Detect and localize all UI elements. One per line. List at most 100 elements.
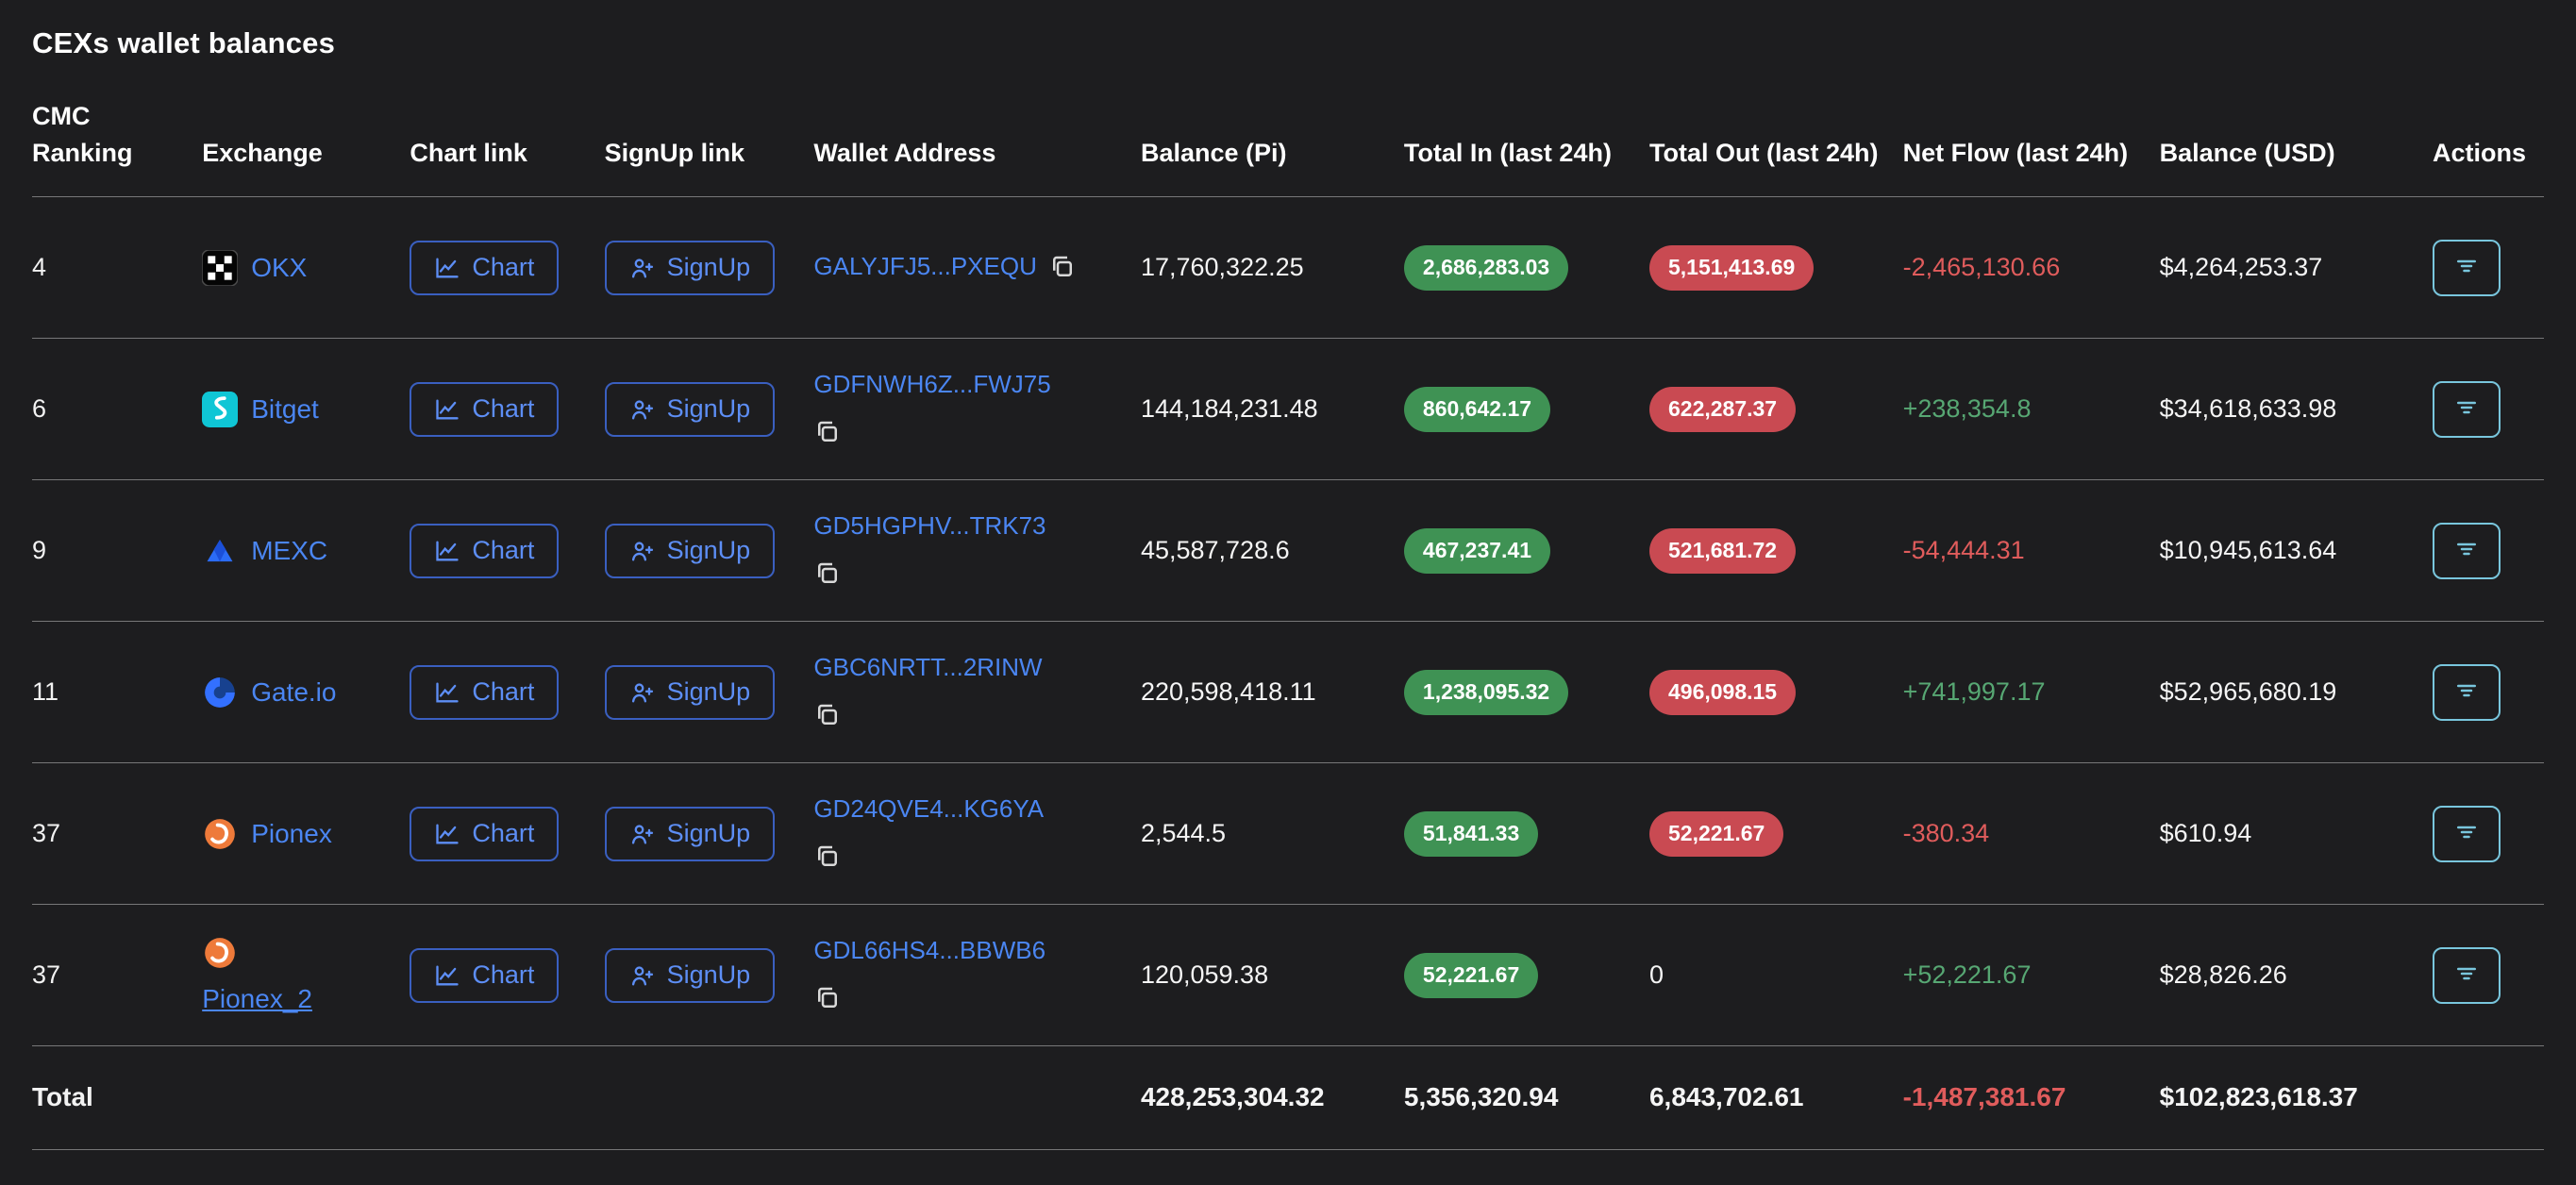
filter-icon: [2452, 818, 2481, 849]
signup-button[interactable]: SignUp: [605, 665, 776, 720]
chart-button[interactable]: Chart: [410, 382, 559, 437]
cmc-ranking-value: 11: [32, 676, 202, 709]
signup-link-cell: SignUp: [605, 807, 814, 861]
copy-address-button[interactable]: [813, 701, 842, 732]
header-wallet-address: Wallet Address: [813, 135, 1141, 172]
signup-link-cell: SignUp: [605, 665, 814, 720]
balance-usd-value: $34,618,633.98: [2160, 392, 2433, 426]
table-total-row: Total 428,253,304.32 5,356,320.94 6,843,…: [32, 1046, 2544, 1149]
signup-button[interactable]: SignUp: [605, 807, 776, 861]
exchange-link[interactable]: Pionex: [251, 817, 332, 851]
person-plus-icon: [629, 821, 656, 847]
chart-button[interactable]: Chart: [410, 948, 559, 1003]
person-plus-icon: [629, 962, 656, 989]
header-total-in: Total In (last 24h): [1404, 135, 1649, 172]
copy-address-button[interactable]: [813, 984, 842, 1015]
net-flow-value: +741,997.17: [1903, 676, 2160, 709]
total-out-badge: 622,287.37: [1649, 387, 1796, 432]
signup-button[interactable]: SignUp: [605, 382, 776, 437]
header-net-flow: Net Flow (last 24h): [1903, 135, 2160, 172]
signup-button-label: SignUp: [667, 678, 751, 707]
exchange-cell: Pionex_2: [202, 935, 410, 1016]
signup-button[interactable]: SignUp: [605, 241, 776, 295]
copy-address-button[interactable]: [813, 843, 842, 874]
total-in-badge: 1,238,095.32: [1404, 670, 1568, 715]
signup-link-cell: SignUp: [605, 524, 814, 578]
signup-button-label: SignUp: [667, 395, 751, 424]
cex-wallet-table: CMC Ranking Exchange Chart link SignUp l…: [32, 98, 2544, 1150]
chart-button-label: Chart: [472, 254, 534, 282]
exchange-link[interactable]: Bitget: [251, 392, 319, 426]
signup-button[interactable]: SignUp: [605, 524, 776, 578]
filter-icon: [2452, 676, 2481, 708]
actions-button[interactable]: [2433, 240, 2501, 296]
total-in-badge: 2,686,283.03: [1404, 245, 1568, 291]
signup-button-label: SignUp: [667, 537, 751, 565]
chart-button[interactable]: Chart: [410, 241, 559, 295]
actions-button[interactable]: [2433, 806, 2501, 862]
exchange-cell: OKX: [202, 250, 410, 286]
chart-button[interactable]: Chart: [410, 524, 559, 578]
header-cmc-ranking: CMC Ranking: [32, 98, 202, 172]
balance-pi-value: 2,544.5: [1141, 817, 1404, 850]
chart-button-label: Chart: [472, 961, 534, 990]
wallet-address-link[interactable]: GD5HGPHV...TRK73: [813, 511, 1045, 540]
exchange-cell: MEXC: [202, 533, 410, 569]
gateio-logo-icon: [202, 675, 238, 710]
total-in-value: 5,356,320.94: [1404, 1080, 1649, 1114]
signup-button[interactable]: SignUp: [605, 948, 776, 1003]
total-out-cell: 496,098.15: [1649, 670, 1903, 715]
exchange-link[interactable]: MEXC: [251, 534, 327, 568]
filter-icon: [2452, 252, 2481, 283]
wallet-address-link[interactable]: GD24QVE4...KG6YA: [813, 794, 1044, 823]
filter-icon: [2452, 393, 2481, 425]
actions-button[interactable]: [2433, 947, 2501, 1004]
mexc-logo-icon: [202, 533, 238, 569]
wallet-address-link[interactable]: GDFNWH6Z...FWJ75: [813, 370, 1050, 398]
wallet-address-link[interactable]: GDL66HS4...BBWB6: [813, 936, 1045, 964]
header-exchange: Exchange: [202, 135, 410, 172]
actions-button[interactable]: [2433, 664, 2501, 721]
okx-logo-icon: [202, 250, 238, 286]
total-in-cell: 2,686,283.03: [1404, 245, 1649, 291]
exchange-cell: Gate.io: [202, 675, 410, 710]
exchange-cell: Bitget: [202, 392, 410, 427]
total-in-cell: 1,238,095.32: [1404, 670, 1649, 715]
copy-address-button[interactable]: [813, 559, 842, 591]
copy-address-button[interactable]: [1048, 253, 1077, 284]
copy-address-button[interactable]: [813, 418, 842, 449]
signup-link-cell: SignUp: [605, 241, 814, 295]
exchange-link[interactable]: Gate.io: [251, 676, 336, 709]
person-plus-icon: [629, 255, 656, 281]
balance-pi-value: 120,059.38: [1141, 959, 1404, 992]
balance-usd-value: $4,264,253.37: [2160, 251, 2433, 284]
wallet-address-cell: GD5HGPHV...TRK73: [813, 510, 1141, 591]
wallet-address-cell: GD24QVE4...KG6YA: [813, 793, 1141, 874]
signup-button-label: SignUp: [667, 820, 751, 848]
balance-usd-value: $10,945,613.64: [2160, 534, 2433, 567]
wallet-address-link[interactable]: GBC6NRTT...2RINW: [813, 653, 1042, 681]
chart-button-label: Chart: [472, 395, 534, 424]
header-actions: Actions: [2433, 135, 2544, 172]
exchange-link[interactable]: Pionex_2: [202, 982, 312, 1016]
total-balance-pi-value: 428,253,304.32: [1141, 1080, 1404, 1114]
net-flow-value: +238,354.8: [1903, 392, 2160, 426]
table-row: 11 Gate.io Chart SignUp GBC6: [32, 622, 2544, 763]
table-row: 9 MEXC Chart SignUp GD5HGPHV: [32, 480, 2544, 622]
balance-pi-value: 144,184,231.48: [1141, 392, 1404, 426]
actions-button[interactable]: [2433, 381, 2501, 438]
table-row: 37 Pionex_2 Chart SignUp GDL: [32, 905, 2544, 1046]
header-signup-link: SignUp link: [605, 135, 814, 172]
chart-button[interactable]: Chart: [410, 807, 559, 861]
cmc-ranking-value: 6: [32, 392, 202, 426]
chart-button[interactable]: Chart: [410, 665, 559, 720]
chart-link-cell: Chart: [410, 948, 604, 1003]
chart-link-cell: Chart: [410, 665, 604, 720]
total-out-badge: 5,151,413.69: [1649, 245, 1814, 291]
balance-usd-value: $28,826.26: [2160, 959, 2433, 992]
wallet-address-link[interactable]: GALYJFJ5...PXEQU: [813, 252, 1036, 280]
actions-button[interactable]: [2433, 523, 2501, 579]
person-plus-icon: [629, 396, 656, 423]
total-out-plain-value: 0: [1649, 959, 1903, 992]
exchange-link[interactable]: OKX: [251, 251, 307, 285]
